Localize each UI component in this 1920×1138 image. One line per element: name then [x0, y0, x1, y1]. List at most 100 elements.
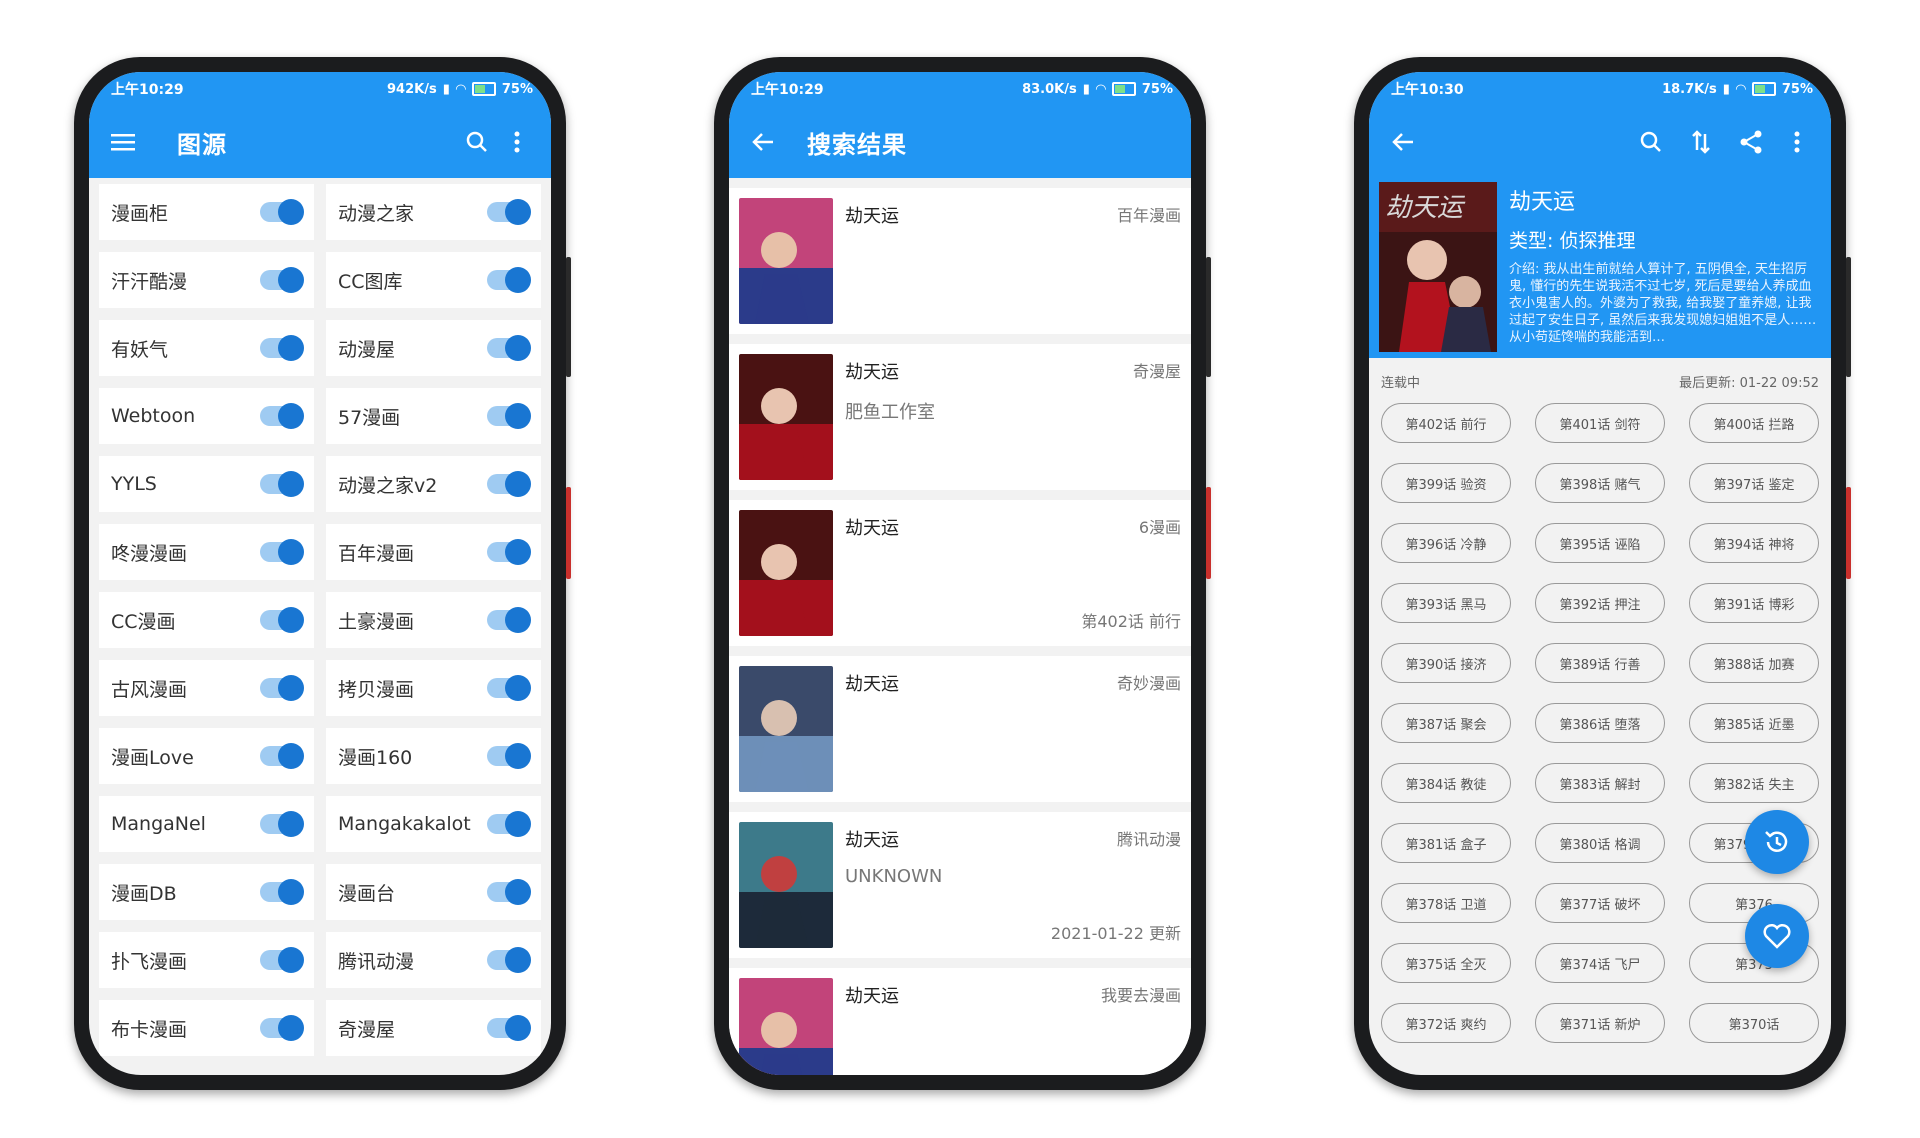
back-arrow-icon[interactable] — [743, 122, 783, 162]
source-item[interactable]: 漫画160 — [326, 728, 541, 784]
chapter-chip[interactable]: 第390话 接济 — [1381, 643, 1511, 683]
source-item[interactable]: 57漫画 — [326, 388, 541, 444]
source-toggle[interactable] — [487, 743, 531, 769]
source-toggle[interactable] — [487, 199, 531, 225]
chapter-chip[interactable]: 第381话 盒子 — [1381, 823, 1511, 863]
source-item[interactable]: 奇漫屋 — [326, 1000, 541, 1056]
source-toggle[interactable] — [487, 471, 531, 497]
result-item[interactable]: 劫天运 奇漫屋 肥鱼工作室 — [729, 344, 1191, 490]
chapter-chip[interactable]: 第387话 聚会 — [1381, 703, 1511, 743]
chapter-chip[interactable]: 第380话 格调 — [1535, 823, 1665, 863]
chapter-chip[interactable]: 第394话 神将 — [1689, 523, 1819, 563]
source-toggle[interactable] — [487, 403, 531, 429]
favorite-fab[interactable] — [1745, 904, 1809, 968]
source-item[interactable]: 动漫屋 — [326, 320, 541, 376]
result-item[interactable]: 劫天运 腾讯动漫 UNKNOWN 2021-01-22 更新 — [729, 812, 1191, 958]
chapter-chip[interactable]: 第395话 诬陷 — [1535, 523, 1665, 563]
source-toggle[interactable] — [487, 675, 531, 701]
source-toggle[interactable] — [487, 267, 531, 293]
sort-icon[interactable] — [1681, 122, 1721, 162]
chapter-chip[interactable]: 第399话 验资 — [1381, 463, 1511, 503]
chapter-chip[interactable]: 第391话 博彩 — [1689, 583, 1819, 623]
source-item[interactable]: 咚漫漫画 — [99, 524, 314, 580]
result-item[interactable]: 劫天运 6漫画 第402话 前行 — [729, 500, 1191, 646]
chapter-chip[interactable]: 第392话 押注 — [1535, 583, 1665, 623]
source-item[interactable]: Mangakakalot — [326, 796, 541, 852]
source-item[interactable]: 有妖气 — [99, 320, 314, 376]
menu-icon[interactable] — [103, 122, 143, 162]
share-icon[interactable] — [1731, 122, 1771, 162]
chapter-chip[interactable]: 第383话 解封 — [1535, 763, 1665, 803]
source-toggle[interactable] — [487, 811, 531, 837]
chapter-chip[interactable]: 第393话 黑马 — [1381, 583, 1511, 623]
source-item[interactable]: MangaNel — [99, 796, 314, 852]
history-fab[interactable] — [1745, 810, 1809, 874]
source-item[interactable]: 扑飞漫画 — [99, 932, 314, 988]
source-toggle[interactable] — [487, 607, 531, 633]
result-item[interactable]: 劫天运 奇妙漫画 — [729, 656, 1191, 802]
source-toggle[interactable] — [260, 539, 304, 565]
chapter-chip[interactable]: 第382话 失主 — [1689, 763, 1819, 803]
source-item[interactable]: 土豪漫画 — [326, 592, 541, 648]
source-toggle[interactable] — [260, 675, 304, 701]
chapter-chip[interactable]: 第396话 冷静 — [1381, 523, 1511, 563]
source-toggle[interactable] — [260, 879, 304, 905]
source-item[interactable]: 漫画DB — [99, 864, 314, 920]
chapter-chip[interactable]: 第378话 卫道 — [1381, 883, 1511, 923]
chapter-chip[interactable]: 第401话 剑符 — [1535, 403, 1665, 443]
source-toggle[interactable] — [260, 811, 304, 837]
source-item[interactable]: 百年漫画 — [326, 524, 541, 580]
source-toggle[interactable] — [260, 471, 304, 497]
search-icon[interactable] — [457, 122, 497, 162]
more-options-icon[interactable] — [497, 122, 537, 162]
chapter-chip[interactable]: 第389话 行善 — [1535, 643, 1665, 683]
source-item[interactable]: 漫画Love — [99, 728, 314, 784]
back-arrow-icon[interactable] — [1383, 122, 1423, 162]
source-toggle[interactable] — [260, 267, 304, 293]
chapter-chip[interactable]: 第398话 赌气 — [1535, 463, 1665, 503]
chapter-chip[interactable]: 第374话 飞尸 — [1535, 943, 1665, 983]
source-item[interactable]: CC漫画 — [99, 592, 314, 648]
source-item[interactable]: 布卡漫画 — [99, 1000, 314, 1056]
source-item[interactable]: CC图库 — [326, 252, 541, 308]
source-toggle[interactable] — [260, 335, 304, 361]
source-toggle[interactable] — [260, 403, 304, 429]
chapter-chip[interactable]: 第397话 鉴定 — [1689, 463, 1819, 503]
source-toggle[interactable] — [487, 879, 531, 905]
source-item[interactable]: 古风漫画 — [99, 660, 314, 716]
chapter-chip[interactable]: 第375话 全灭 — [1381, 943, 1511, 983]
chapter-chip[interactable]: 第377话 破坏 — [1535, 883, 1665, 923]
source-toggle[interactable] — [487, 539, 531, 565]
source-toggle[interactable] — [260, 607, 304, 633]
search-icon[interactable] — [1631, 122, 1671, 162]
chapter-chip[interactable]: 第385话 近墨 — [1689, 703, 1819, 743]
chapter-chip[interactable]: 第372话 爽约 — [1381, 1003, 1511, 1043]
source-item[interactable]: 动漫之家v2 — [326, 456, 541, 512]
source-toggle[interactable] — [260, 743, 304, 769]
chapter-chip[interactable]: 第400话 拦路 — [1689, 403, 1819, 443]
result-item[interactable]: 劫天运 百年漫画 — [729, 188, 1191, 334]
more-options-icon[interactable] — [1777, 122, 1817, 162]
source-item[interactable]: YYLS — [99, 456, 314, 512]
source-item[interactable]: 拷贝漫画 — [326, 660, 541, 716]
source-item[interactable]: 漫画台 — [326, 864, 541, 920]
result-item[interactable]: 劫天运 我要去漫画 — [729, 968, 1191, 1075]
source-toggle[interactable] — [487, 947, 531, 973]
chapter-chip[interactable]: 第386话 堕落 — [1535, 703, 1665, 743]
chapter-chip[interactable]: 第384话 教徒 — [1381, 763, 1511, 803]
source-toggle[interactable] — [260, 199, 304, 225]
source-toggle[interactable] — [487, 1015, 531, 1041]
source-toggle[interactable] — [260, 947, 304, 973]
chapter-chip[interactable]: 第371话 新炉 — [1535, 1003, 1665, 1043]
source-item[interactable]: Webtoon — [99, 388, 314, 444]
source-item[interactable]: 动漫之家 — [326, 184, 541, 240]
source-item[interactable]: 腾讯动漫 — [326, 932, 541, 988]
source-item[interactable]: 漫画柜 — [99, 184, 314, 240]
source-toggle[interactable] — [260, 1015, 304, 1041]
chapter-chip[interactable]: 第388话 加赛 — [1689, 643, 1819, 683]
chapter-chip[interactable]: 第370话 — [1689, 1003, 1819, 1043]
source-toggle[interactable] — [487, 335, 531, 361]
toggle-knob — [278, 199, 304, 225]
source-item[interactable]: 汗汗酷漫 — [99, 252, 314, 308]
chapter-chip[interactable]: 第402话 前行 — [1381, 403, 1511, 443]
